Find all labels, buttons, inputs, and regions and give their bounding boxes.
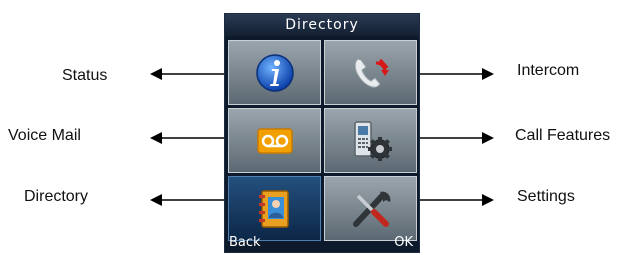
directory-arrow (150, 194, 224, 206)
softkey-bar: Back OK (225, 234, 419, 252)
directory-tile[interactable] (228, 176, 321, 241)
call-features-icon (353, 120, 392, 161)
info-icon (255, 53, 294, 92)
status-callout-label: Status (62, 67, 108, 84)
settings-callout-label: Settings (517, 188, 575, 205)
phone-screen: Directory Back OK (224, 13, 420, 253)
status-arrow (150, 68, 224, 80)
call-features-callout-label: Call Features (515, 127, 611, 144)
status-tile[interactable] (228, 40, 321, 105)
ok-softkey[interactable]: OK (394, 234, 413, 252)
call-features-arrow (420, 132, 494, 144)
intercom-callout-label: Intercom (517, 62, 580, 79)
settings-arrow (420, 194, 494, 206)
voice-mail-callout-label: Voice Mail (8, 127, 81, 144)
intercom-tile[interactable] (324, 40, 417, 105)
voice-mail-tile[interactable] (228, 108, 321, 173)
call-features-tile[interactable] (324, 108, 417, 173)
directory-book-icon (258, 189, 289, 228)
voicemail-icon (256, 127, 293, 154)
directory-callout-label: Directory (24, 188, 89, 205)
intercom-arrow (420, 68, 494, 80)
voice-mail-arrow (150, 132, 224, 144)
settings-tile[interactable] (324, 176, 417, 241)
settings-tools-icon (352, 191, 390, 227)
intercom-phone-icon (354, 57, 389, 88)
screen-title: Directory (225, 14, 419, 36)
back-softkey[interactable]: Back (229, 234, 261, 252)
